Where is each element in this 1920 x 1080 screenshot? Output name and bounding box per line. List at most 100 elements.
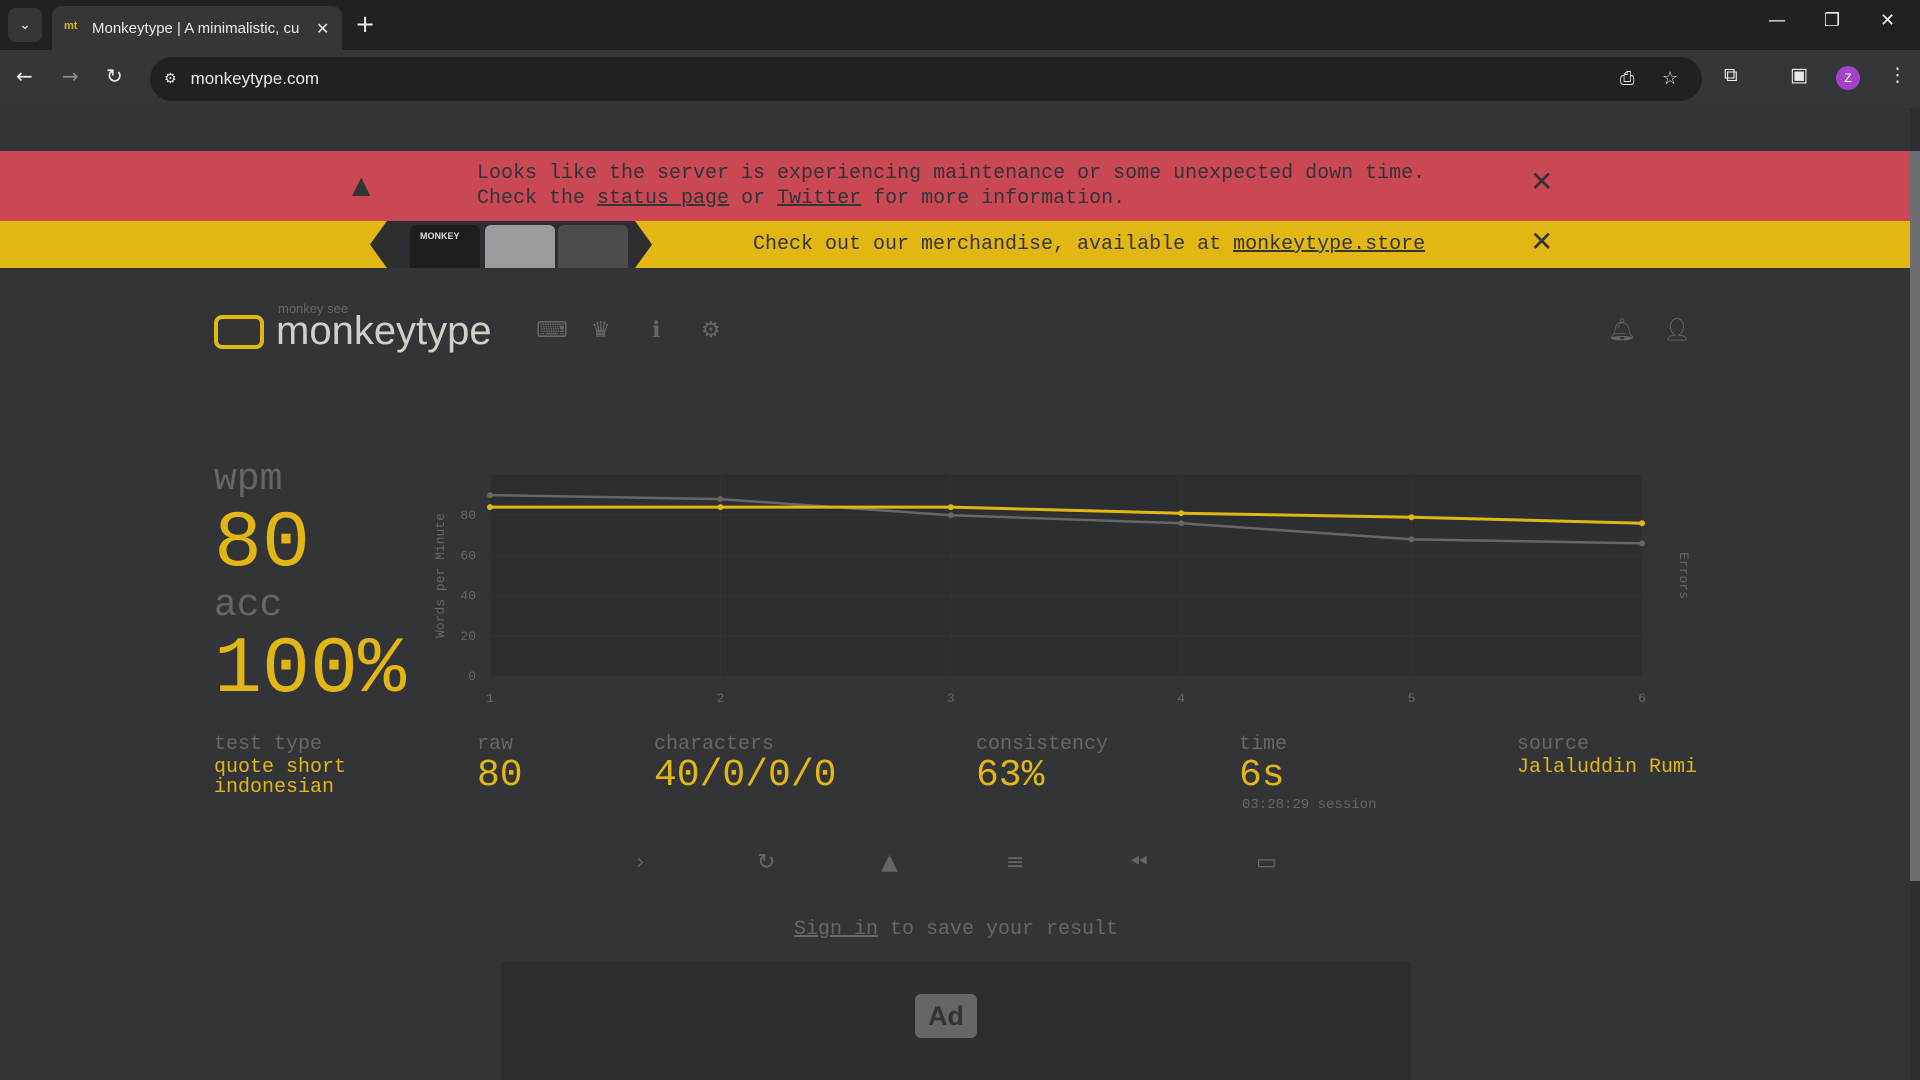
chart-ytick-label: 40 [460, 589, 476, 604]
report-warning-icon[interactable]: ▲ [881, 850, 898, 875]
sign-in-rest: to save your result [878, 918, 1119, 941]
site-info-icon[interactable]: ⚙ [164, 71, 177, 87]
crown-icon[interactable]: ♛ [591, 318, 611, 343]
install-app-icon[interactable]: ⎙ [1620, 68, 1634, 89]
profile-avatar[interactable]: Z [1836, 66, 1860, 90]
merch-shirt-label: MONKEY [420, 231, 460, 241]
tab-title: Monkeytype | A minimalistic, cu [92, 19, 300, 37]
chart-point-raw [1178, 520, 1185, 527]
time-label: time [1239, 733, 1288, 756]
chart-point-wpm [1408, 514, 1415, 521]
consistency-label: consistency [976, 733, 1109, 756]
scrollbar-thumb[interactable] [1910, 151, 1920, 881]
bookmark-star-icon[interactable]: ☆ [1662, 68, 1678, 89]
screenshot-icon[interactable]: ▭ [1256, 850, 1277, 875]
time-session: 03:28:29 session [1242, 797, 1377, 813]
chart-xtick-label: 3 [947, 691, 955, 706]
chart-point-raw [717, 496, 724, 503]
tab-close-icon[interactable]: ✕ [316, 19, 329, 38]
browser-tabstrip: ⌄ mt Monkeytype | A minimalistic, cu ✕ +… [0, 0, 1920, 50]
browser-tab[interactable]: mt Monkeytype | A minimalistic, cu ✕ [52, 6, 342, 50]
merch-message: Check out our merchandise, available at … [753, 232, 1425, 257]
logo-text: monkeytype [276, 309, 492, 353]
extensions-icon[interactable]: ⧉ [1724, 64, 1738, 86]
source-label: source [1517, 733, 1590, 756]
info-icon[interactable]: ℹ [652, 318, 660, 343]
acc-value[interactable]: 100% [214, 626, 406, 716]
minimize-icon[interactable]: — [1768, 10, 1786, 31]
chart-point-raw [487, 492, 493, 499]
merch-shirt-dark [558, 225, 628, 268]
browser-menu-icon[interactable]: ⋮ [1888, 64, 1907, 86]
chart-ytick-label: 0 [468, 669, 476, 684]
chart-xtick-label: 6 [1638, 691, 1646, 706]
merch-image[interactable]: MONKEY [370, 221, 652, 268]
keyboard-logo-icon [214, 315, 264, 349]
chart-xtick-label: 1 [486, 691, 494, 706]
chart-xtick-label: 5 [1408, 691, 1416, 706]
wpm-value[interactable]: 80 [214, 500, 310, 590]
chart-point-wpm [1178, 510, 1185, 517]
sign-in-link[interactable]: Sign in [794, 918, 878, 941]
chart-ylabel: Words per Minute [433, 513, 448, 638]
maintenance-line2-pre: Check the [477, 187, 598, 210]
maintenance-banner: ▲ Looks like the server is experiencing … [0, 151, 1910, 221]
merch-store-link[interactable]: monkeytype.store [1233, 233, 1425, 256]
characters-value[interactable]: 40/0/0/0 [654, 754, 836, 797]
source-value[interactable]: Jalaluddin Rumi [1517, 758, 1697, 778]
settings-gear-icon[interactable]: ⚙ [701, 318, 721, 343]
consistency-value[interactable]: 63% [976, 754, 1044, 797]
merch-shirt-black: MONKEY [410, 225, 480, 268]
status-page-link[interactable]: status page [597, 187, 729, 210]
test-type-line1: quote short [214, 756, 347, 779]
reload-icon[interactable]: ↻ [106, 64, 123, 88]
next-test-icon[interactable]: › [636, 850, 645, 875]
close-maintenance-icon[interactable]: ✕ [1530, 165, 1553, 198]
restore-icon[interactable]: ❐ [1824, 10, 1840, 31]
chart-plot-area [490, 475, 1642, 676]
keyboard-icon[interactable]: ⌨ [536, 318, 568, 343]
maintenance-line1: Looks like the server is experiencing ma… [477, 162, 1426, 185]
tab-search-button[interactable]: ⌄ [8, 8, 42, 42]
acc-label: acc [214, 584, 283, 627]
replay-icon[interactable]: ⏪︎ [1130, 850, 1148, 875]
favicon-icon: mt [64, 20, 78, 32]
new-tab-button[interactable]: + [355, 10, 375, 38]
restart-test-icon[interactable]: ↻ [757, 850, 775, 875]
back-icon[interactable]: ← [16, 64, 33, 88]
chart-point-raw [1408, 536, 1415, 543]
chart-point-raw [1639, 540, 1645, 547]
page-top-gap [0, 108, 1920, 151]
wpm-chart[interactable]: 0 20 40 60 80 1 2 3 4 5 6 Words per Minute Errors [428, 460, 1708, 722]
twitter-link[interactable]: Twitter [777, 187, 861, 210]
characters-label: characters [654, 733, 775, 756]
maintenance-post: for more information. [861, 187, 1126, 210]
warning-icon: ▲ [352, 171, 371, 199]
ad-badge: Ad [915, 994, 977, 1038]
time-value[interactable]: 6s [1239, 754, 1285, 797]
word-history-icon[interactable]: ≡ [1006, 850, 1024, 875]
url-text[interactable]: monkeytype.com [191, 69, 320, 89]
sign-in-prompt: Sign in to save your result [794, 918, 1118, 941]
merch-banner: Check out our merchandise, available at … [0, 221, 1910, 268]
chart-ytick-label: 20 [460, 629, 476, 644]
raw-value[interactable]: 80 [477, 754, 523, 797]
browser-toolbar: ← → ↻ ⚙ monkeytype.com ⎙ ☆ [0, 50, 1920, 108]
window-close-icon[interactable]: ✕ [1880, 10, 1895, 31]
chart-point-raw [947, 512, 954, 519]
forward-icon[interactable]: → [62, 64, 79, 88]
close-merch-icon[interactable]: ✕ [1530, 225, 1553, 258]
chart-xtick-label: 4 [1177, 691, 1185, 706]
side-panel-icon[interactable]: ▣ [1790, 64, 1808, 86]
chart-point-wpm [947, 504, 954, 511]
chart-ytick-label: 60 [460, 548, 476, 563]
maintenance-message: Looks like the server is experiencing ma… [477, 161, 1425, 211]
raw-label: raw [477, 733, 514, 756]
chart-point-wpm [1639, 520, 1645, 527]
notification-bell-icon[interactable]: 🔔︎ [1608, 318, 1636, 343]
test-type-label: test type [214, 733, 323, 756]
chart-ytick-label: 80 [460, 508, 476, 523]
account-icon[interactable]: 👤︎ [1663, 318, 1691, 343]
test-type-line2: indonesian [214, 776, 335, 799]
address-bar[interactable]: ⚙ monkeytype.com ⎙ ☆ [150, 57, 1702, 101]
